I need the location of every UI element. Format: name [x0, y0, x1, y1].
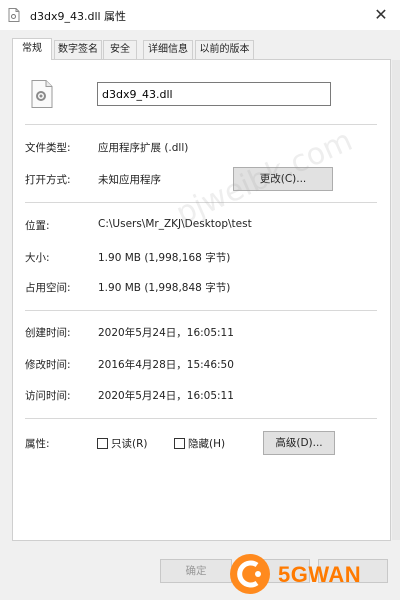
created-value: 2020年5月24日，16:05:11 — [98, 327, 234, 339]
advanced-button[interactable]: 高级(D)... — [263, 431, 335, 455]
brand-c-icon — [237, 560, 261, 588]
open-with-value: 未知应用程序 — [98, 174, 161, 186]
ok-button[interactable]: 确定 — [160, 559, 232, 583]
close-icon: ✕ — [374, 5, 388, 24]
tab-previous-versions[interactable]: 以前的版本 — [195, 40, 254, 59]
close-button[interactable]: ✕ — [368, 4, 394, 26]
title-bar: d3dx9_43.dll 属性 ✕ — [0, 0, 400, 30]
modified-label: 修改时间: — [25, 359, 71, 371]
hidden-checkbox[interactable] — [174, 438, 185, 449]
size-on-disk-label: 占用空间: — [25, 282, 71, 294]
properties-dialog: d3dx9_43.dll 属性 ✕ 常规 数字签名 安全 详细信息 以前的版本 … — [0, 0, 400, 600]
size-value: 1.90 MB (1,998,168 字节) — [98, 252, 231, 264]
divider — [25, 202, 377, 203]
tab-security[interactable]: 安全 — [103, 40, 137, 59]
hidden-label[interactable]: 隐藏(H) — [188, 436, 225, 451]
brand-circle-icon — [230, 554, 270, 594]
readonly-label[interactable]: 只读(R) — [111, 436, 148, 451]
change-button[interactable]: 更改(C)... — [233, 167, 333, 191]
accessed-value: 2020年5月24日，16:05:11 — [98, 390, 234, 402]
dll-file-icon — [8, 8, 20, 22]
file-type-label: 文件类型: — [25, 142, 71, 154]
open-with-label: 打开方式: — [25, 174, 71, 186]
attributes-label: 属性: — [25, 438, 50, 450]
size-label: 大小: — [25, 252, 50, 264]
tab-details[interactable]: 详细信息 — [143, 40, 193, 59]
window-title: d3dx9_43.dll 属性 — [30, 10, 127, 23]
divider — [25, 124, 377, 125]
accessed-label: 访问时间: — [25, 390, 71, 402]
modified-value: 2016年4月28日，15:46:50 — [98, 359, 234, 371]
location-value: C:\Users\Mr_ZKJ\Desktop\test — [98, 218, 252, 230]
location-label: 位置: — [25, 220, 50, 232]
filename-field[interactable] — [97, 82, 331, 106]
brand-text: 5GWAN — [278, 562, 362, 587]
brand-logo: 5GWAN — [228, 552, 398, 596]
file-gear-icon — [31, 80, 53, 108]
divider — [25, 418, 377, 419]
tab-digital-signatures[interactable]: 数字签名 — [54, 40, 102, 59]
general-panel: 文件类型: 应用程序扩展 (.dll) 打开方式: 未知应用程序 更改(C)..… — [12, 59, 391, 541]
created-label: 创建时间: — [25, 327, 71, 339]
file-type-value: 应用程序扩展 (.dll) — [98, 142, 189, 154]
divider — [25, 310, 377, 311]
background-window-edge — [392, 60, 400, 540]
size-on-disk-value: 1.90 MB (1,998,848 字节) — [98, 282, 231, 294]
tab-general[interactable]: 常规 — [12, 38, 52, 60]
readonly-checkbox[interactable] — [97, 438, 108, 449]
